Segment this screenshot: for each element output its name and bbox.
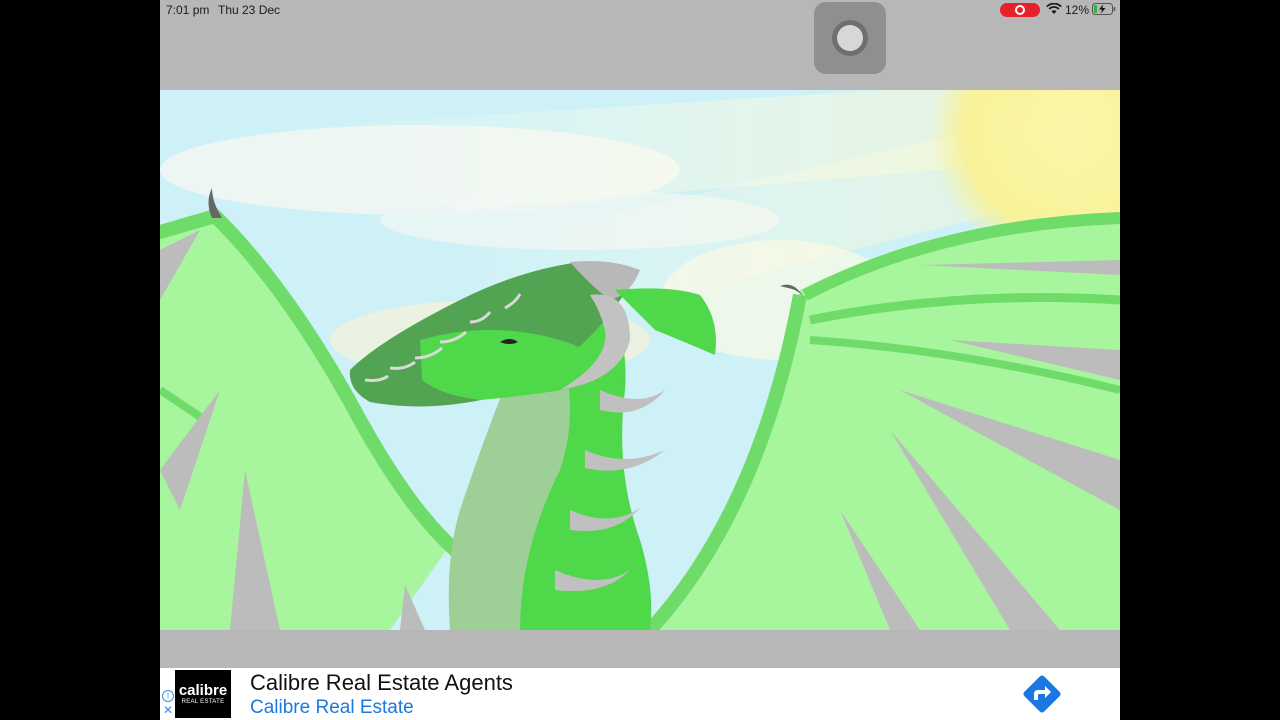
ad-title[interactable]: Calibre Real Estate Agents <box>250 670 513 696</box>
status-date: Thu 23 Dec <box>218 3 281 17</box>
dragon-drawing <box>160 90 1120 630</box>
ipad-screen: 7:01 pm Thu 23 Dec 12% i ✕ calibre REAL … <box>160 0 1120 720</box>
ad-logo-name: calibre <box>178 682 228 699</box>
ad-logo[interactable]: calibre REAL ESTATE <box>175 670 231 718</box>
ad-subtitle[interactable]: Calibre Real Estate <box>250 697 414 719</box>
assistive-touch-button[interactable] <box>814 2 886 74</box>
status-bar: 7:01 pm Thu 23 Dec 12% <box>160 0 1120 20</box>
wifi-icon <box>1046 3 1062 14</box>
screen-record-icon[interactable] <box>1000 3 1040 17</box>
directions-arrow-icon[interactable] <box>1020 672 1064 716</box>
close-icon[interactable]: ✕ <box>163 704 173 716</box>
status-time: 7:01 pm <box>166 3 210 17</box>
ad-banner[interactable]: i ✕ calibre REAL ESTATE Calibre Real Est… <box>160 668 1120 720</box>
battery-percentage: 12% <box>1065 3 1090 17</box>
battery-charging-icon <box>1092 3 1116 15</box>
drawing-canvas[interactable] <box>160 90 1120 630</box>
info-icon[interactable]: i <box>162 690 174 702</box>
ad-logo-tagline: REAL ESTATE <box>181 699 225 705</box>
